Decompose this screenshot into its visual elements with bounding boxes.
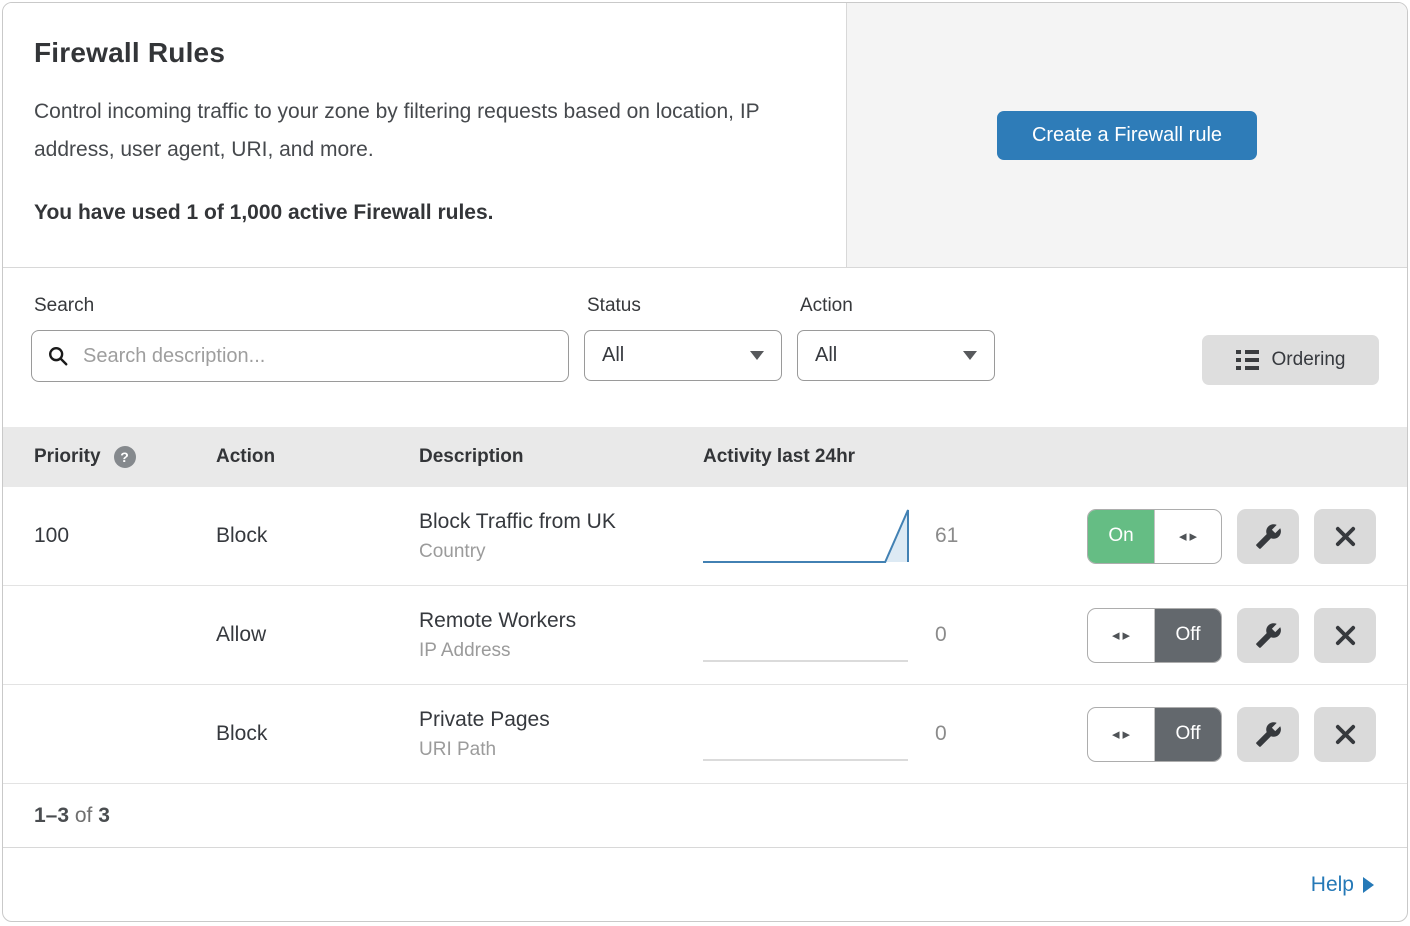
close-icon [1334, 525, 1357, 548]
status-filter: Status All [584, 295, 782, 381]
rule-description: Remote Workers IP Address [419, 609, 703, 662]
caret-down-icon [750, 351, 764, 360]
intro-card: Firewall Rules Control incoming traffic … [3, 3, 847, 267]
cta-panel: Create a Firewall rule [847, 3, 1407, 267]
help-arrow-icon [1363, 877, 1374, 893]
table-row: Allow Remote Workers IP Address 0 ◂▸ Off [3, 586, 1407, 685]
rule-controls: On ◂▸ [1087, 509, 1376, 564]
wrench-icon [1255, 523, 1282, 550]
search-input[interactable] [81, 344, 553, 369]
search-filter: Search [31, 295, 569, 382]
delete-rule-button[interactable] [1314, 509, 1376, 564]
edit-rule-button[interactable] [1237, 509, 1299, 564]
toggle-on-segment[interactable]: On [1088, 510, 1154, 563]
page-description: Control incoming traffic to your zone by… [34, 93, 801, 169]
edit-rule-button[interactable] [1237, 608, 1299, 663]
toggle-arrows-icon: ◂▸ [1176, 527, 1200, 545]
rule-description: Block Traffic from UK Country [419, 510, 703, 563]
toggle-handle[interactable]: ◂▸ [1088, 708, 1154, 761]
toggle-off-segment[interactable]: Off [1154, 708, 1221, 761]
close-icon [1334, 723, 1357, 746]
rule-description: Private Pages URI Path [419, 708, 703, 761]
column-activity: Activity last 24hr [703, 446, 855, 468]
action-label: Action [800, 295, 995, 317]
rule-controls: ◂▸ Off [1087, 707, 1376, 762]
rule-controls: ◂▸ Off [1087, 608, 1376, 663]
column-action: Action [216, 446, 419, 468]
column-description: Description [419, 446, 703, 468]
delete-rule-button[interactable] [1314, 608, 1376, 663]
help-link-label: Help [1311, 873, 1354, 897]
list-icon [1236, 350, 1259, 370]
toggle-arrows-icon: ◂▸ [1109, 626, 1133, 644]
column-priority: Priority ? [3, 446, 216, 468]
toggle-handle[interactable]: ◂▸ [1088, 609, 1154, 662]
ordering-button[interactable]: Ordering [1202, 335, 1379, 385]
rule-enabled-toggle[interactable]: On ◂▸ [1087, 509, 1222, 564]
pagination-of: of [69, 804, 98, 828]
pagination-total: 3 [98, 804, 110, 828]
page-title: Firewall Rules [34, 37, 801, 69]
activity-sparkline [703, 506, 908, 566]
rule-action: Block [216, 524, 419, 548]
toggle-arrows-icon: ◂▸ [1109, 725, 1133, 743]
wrench-icon [1255, 721, 1282, 748]
caret-down-icon [963, 351, 977, 360]
wrench-icon [1255, 622, 1282, 649]
help-link[interactable]: Help [1311, 873, 1374, 897]
activity-count: 61 [908, 524, 990, 548]
table-header: Priority ? Action Description Activity l… [3, 427, 1407, 487]
activity-sparkline [703, 605, 908, 665]
action-select-value: All [815, 344, 837, 367]
toggle-handle[interactable]: ◂▸ [1154, 510, 1221, 563]
rule-description-title[interactable]: Private Pages [419, 708, 703, 732]
table-row: Block Private Pages URI Path 0 ◂▸ Off [3, 685, 1407, 784]
firewall-rules-page: Firewall Rules Control incoming traffic … [2, 2, 1408, 922]
rule-description-title[interactable]: Block Traffic from UK [419, 510, 703, 534]
search-label: Search [34, 295, 569, 317]
rule-action: Allow [216, 623, 419, 647]
column-priority-label: Priority [34, 446, 101, 468]
rule-match-type: URI Path [419, 739, 703, 761]
toggle-off-segment[interactable]: Off [1154, 609, 1221, 662]
edit-rule-button[interactable] [1237, 707, 1299, 762]
status-select-value: All [602, 344, 624, 367]
rule-match-type: IP Address [419, 640, 703, 662]
rule-enabled-toggle[interactable]: ◂▸ Off [1087, 608, 1222, 663]
table-row: 100 Block Block Traffic from UK Country … [3, 487, 1407, 586]
rule-match-type: Country [419, 541, 703, 563]
status-label: Status [587, 295, 782, 317]
usage-note: You have used 1 of 1,000 active Firewall… [34, 201, 801, 225]
action-filter: Action All [797, 295, 995, 381]
activity-count: 0 [908, 623, 990, 647]
help-bar: Help [3, 848, 1407, 921]
rule-priority: 100 [3, 524, 216, 548]
activity-sparkline [703, 704, 908, 764]
action-select[interactable]: All [797, 330, 995, 381]
filter-bar: Search Status All Action All [3, 268, 1407, 427]
activity-count: 0 [908, 722, 990, 746]
question-icon[interactable]: ? [114, 446, 136, 468]
search-input-wrap [31, 330, 569, 382]
intro-section: Firewall Rules Control incoming traffic … [3, 3, 1407, 268]
pagination-range: 1–3 [34, 804, 69, 828]
close-icon [1334, 624, 1357, 647]
search-icon [47, 345, 69, 367]
rule-action: Block [216, 722, 419, 746]
ordering-button-label: Ordering [1272, 349, 1346, 371]
rule-enabled-toggle[interactable]: ◂▸ Off [1087, 707, 1222, 762]
delete-rule-button[interactable] [1314, 707, 1376, 762]
status-select[interactable]: All [584, 330, 782, 381]
pagination-bar: 1–3 of 3 [3, 784, 1407, 848]
create-firewall-rule-button[interactable]: Create a Firewall rule [997, 111, 1257, 160]
rule-description-title[interactable]: Remote Workers [419, 609, 703, 633]
